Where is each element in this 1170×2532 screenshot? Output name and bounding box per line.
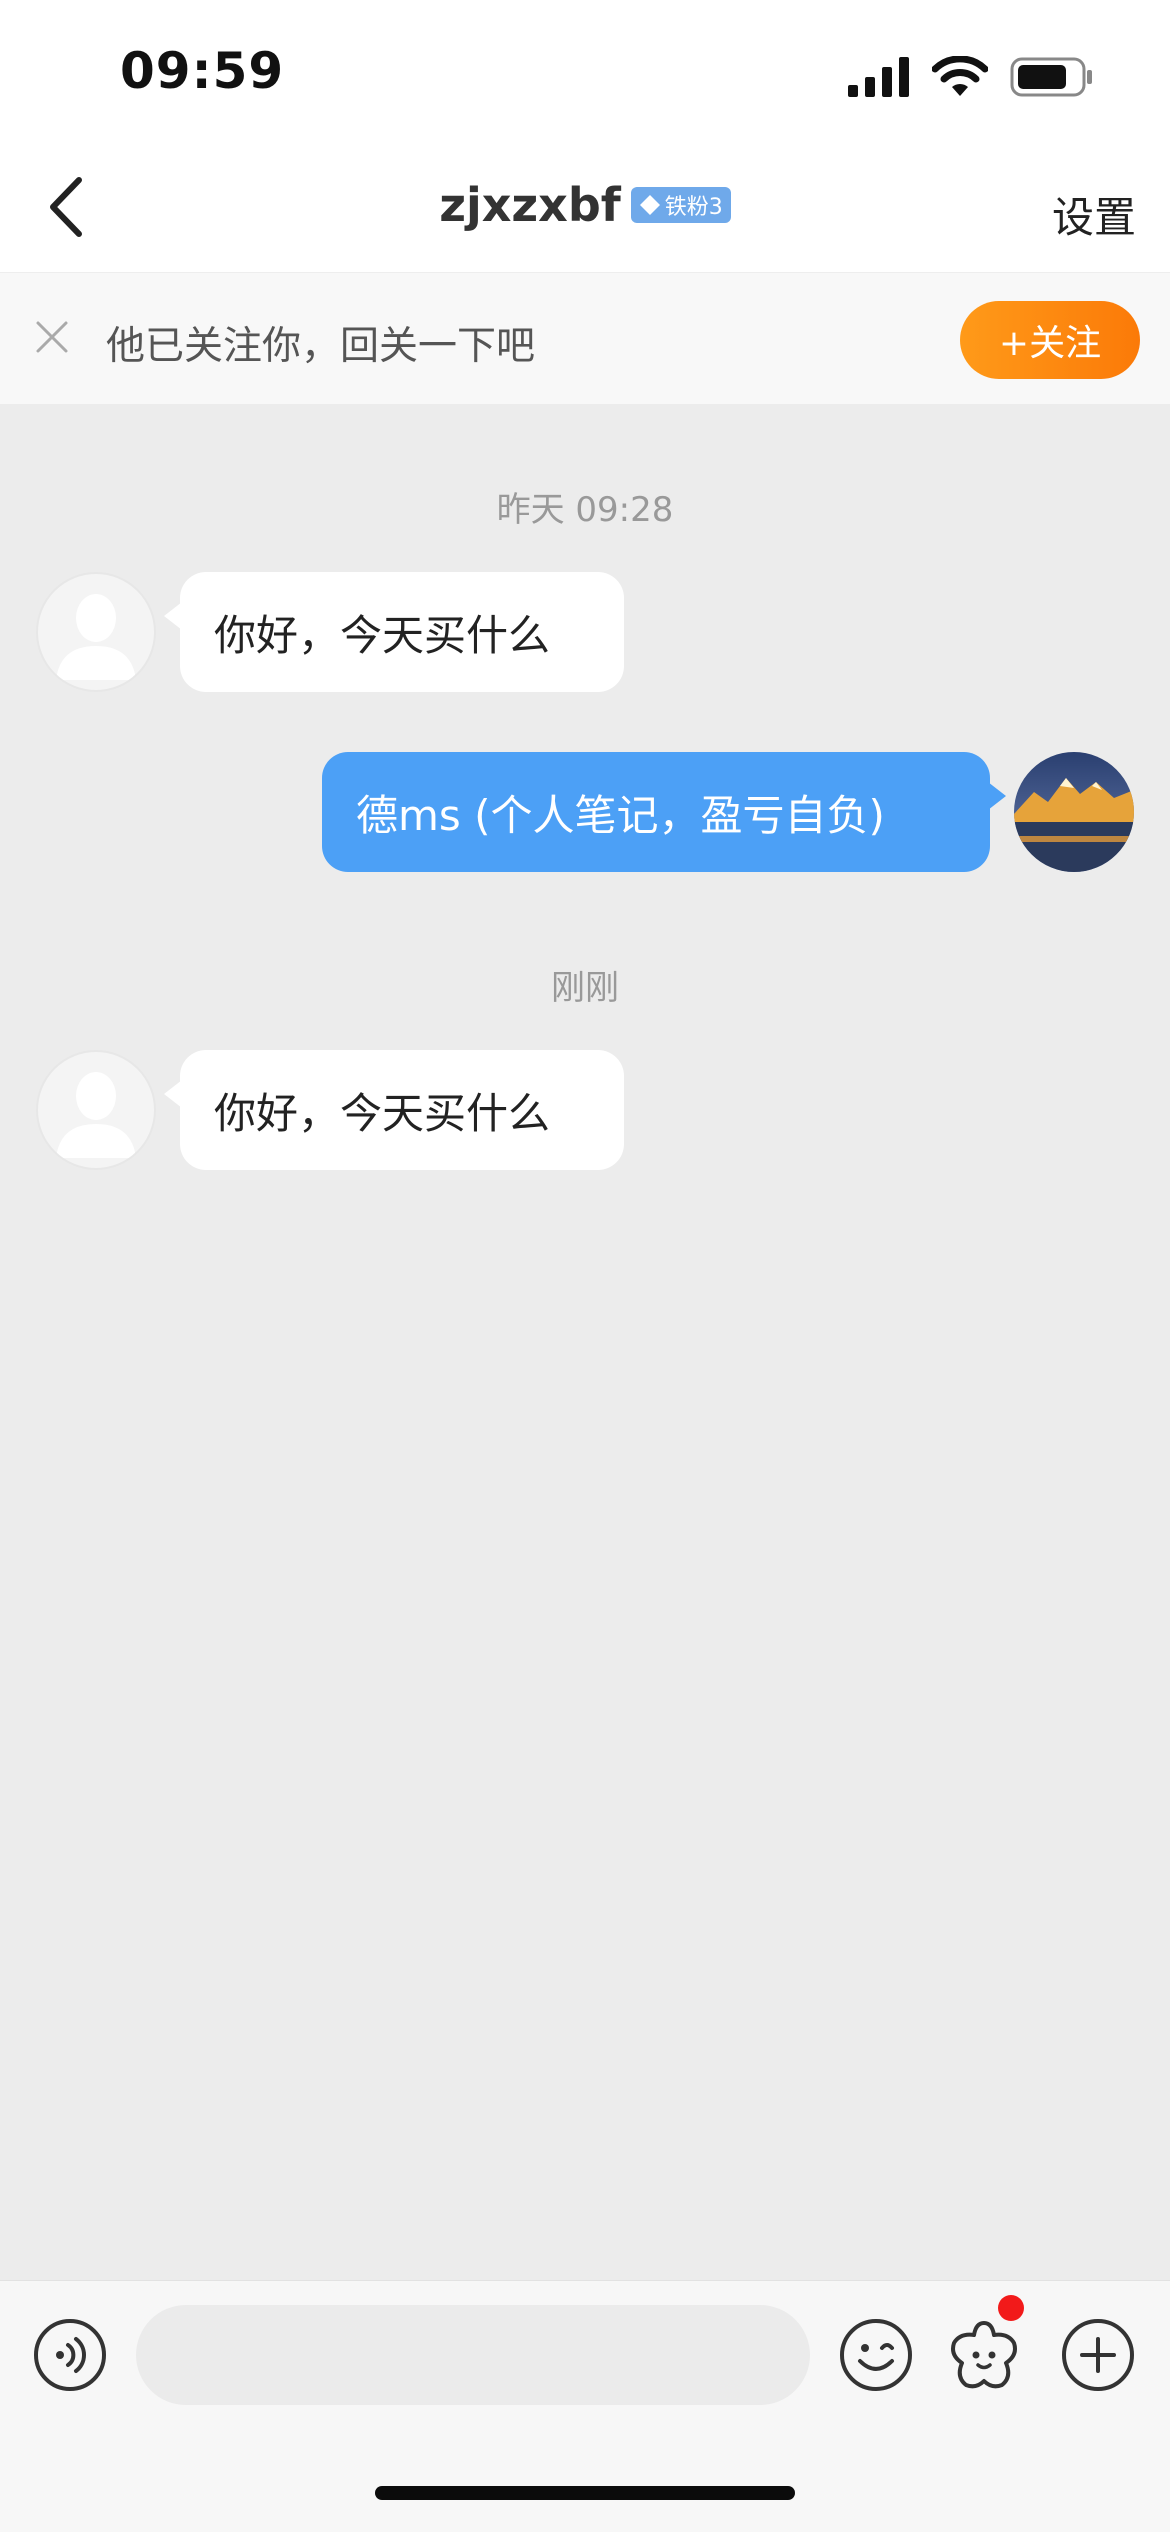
nav-bar: zjxzxbf 铁粉3 设置 (0, 150, 1170, 272)
incoming-message-bubble[interactable]: 你好，今天买什么 (164, 1050, 624, 1170)
message-list[interactable]: 昨天 09:28 你好，今天买什么 德ms (个人笔记，盈亏自负) 刚刚 你好，… (0, 404, 1170, 2280)
fan-level-label: 铁粉3 (664, 195, 723, 220)
outgoing-message-bubble[interactable]: 德ms (个人笔记，盈亏自负) (322, 752, 1006, 872)
home-indicator[interactable] (375, 2486, 795, 2500)
message-timestamp: 刚刚 (551, 968, 619, 1008)
status-icons (848, 56, 1094, 98)
emoji-icon[interactable] (838, 2317, 914, 2393)
page-title: zjxzxbf (439, 178, 621, 232)
diamond-icon (639, 195, 660, 215)
default-avatar-icon (56, 594, 136, 680)
status-bar: 09:59 (0, 0, 1170, 150)
follow-back-banner: 他已关注你，回关一下吧 +关注 (0, 272, 1170, 405)
message-text: 你好，今天买什么 (214, 1088, 551, 1138)
default-avatar-icon (56, 1072, 136, 1158)
message-text: 你好，今天买什么 (214, 610, 551, 660)
follow-button[interactable]: +关注 (960, 301, 1140, 379)
message-text: 德ms (个人笔记，盈亏自负) (356, 790, 885, 840)
battery-icon (1010, 57, 1092, 97)
sticker-icon[interactable] (946, 2317, 1022, 2393)
close-icon[interactable] (32, 317, 72, 357)
notification-dot (998, 2295, 1024, 2321)
plus-circle-icon[interactable] (1060, 2317, 1136, 2393)
message-input[interactable] (136, 2305, 810, 2405)
incoming-message-bubble[interactable]: 你好，今天买什么 (164, 572, 624, 692)
follow-back-prompt: 他已关注你，回关一下吧 (106, 324, 536, 369)
my-avatar[interactable] (1014, 752, 1134, 872)
nav-title-group: zjxzxbf 铁粉3 (0, 178, 1170, 232)
voice-input-icon[interactable] (32, 2317, 108, 2393)
status-time: 09:59 (120, 42, 285, 100)
chat-screen: 09:59 zjxzxbf 铁粉3 设置 他已关注你，回关一下吧 +关注 昨天 … (0, 0, 1170, 2532)
message-timestamp: 昨天 09:28 (496, 490, 674, 530)
fan-level-badge: 铁粉3 (630, 187, 731, 223)
wifi-icon (932, 56, 988, 96)
sender-avatar[interactable] (36, 572, 156, 692)
settings-button[interactable]: 设置 (1052, 184, 1136, 245)
cellular-signal-icon (848, 57, 909, 97)
sender-avatar[interactable] (36, 1050, 156, 1170)
mountain-landscape-avatar-icon (1014, 752, 1134, 872)
